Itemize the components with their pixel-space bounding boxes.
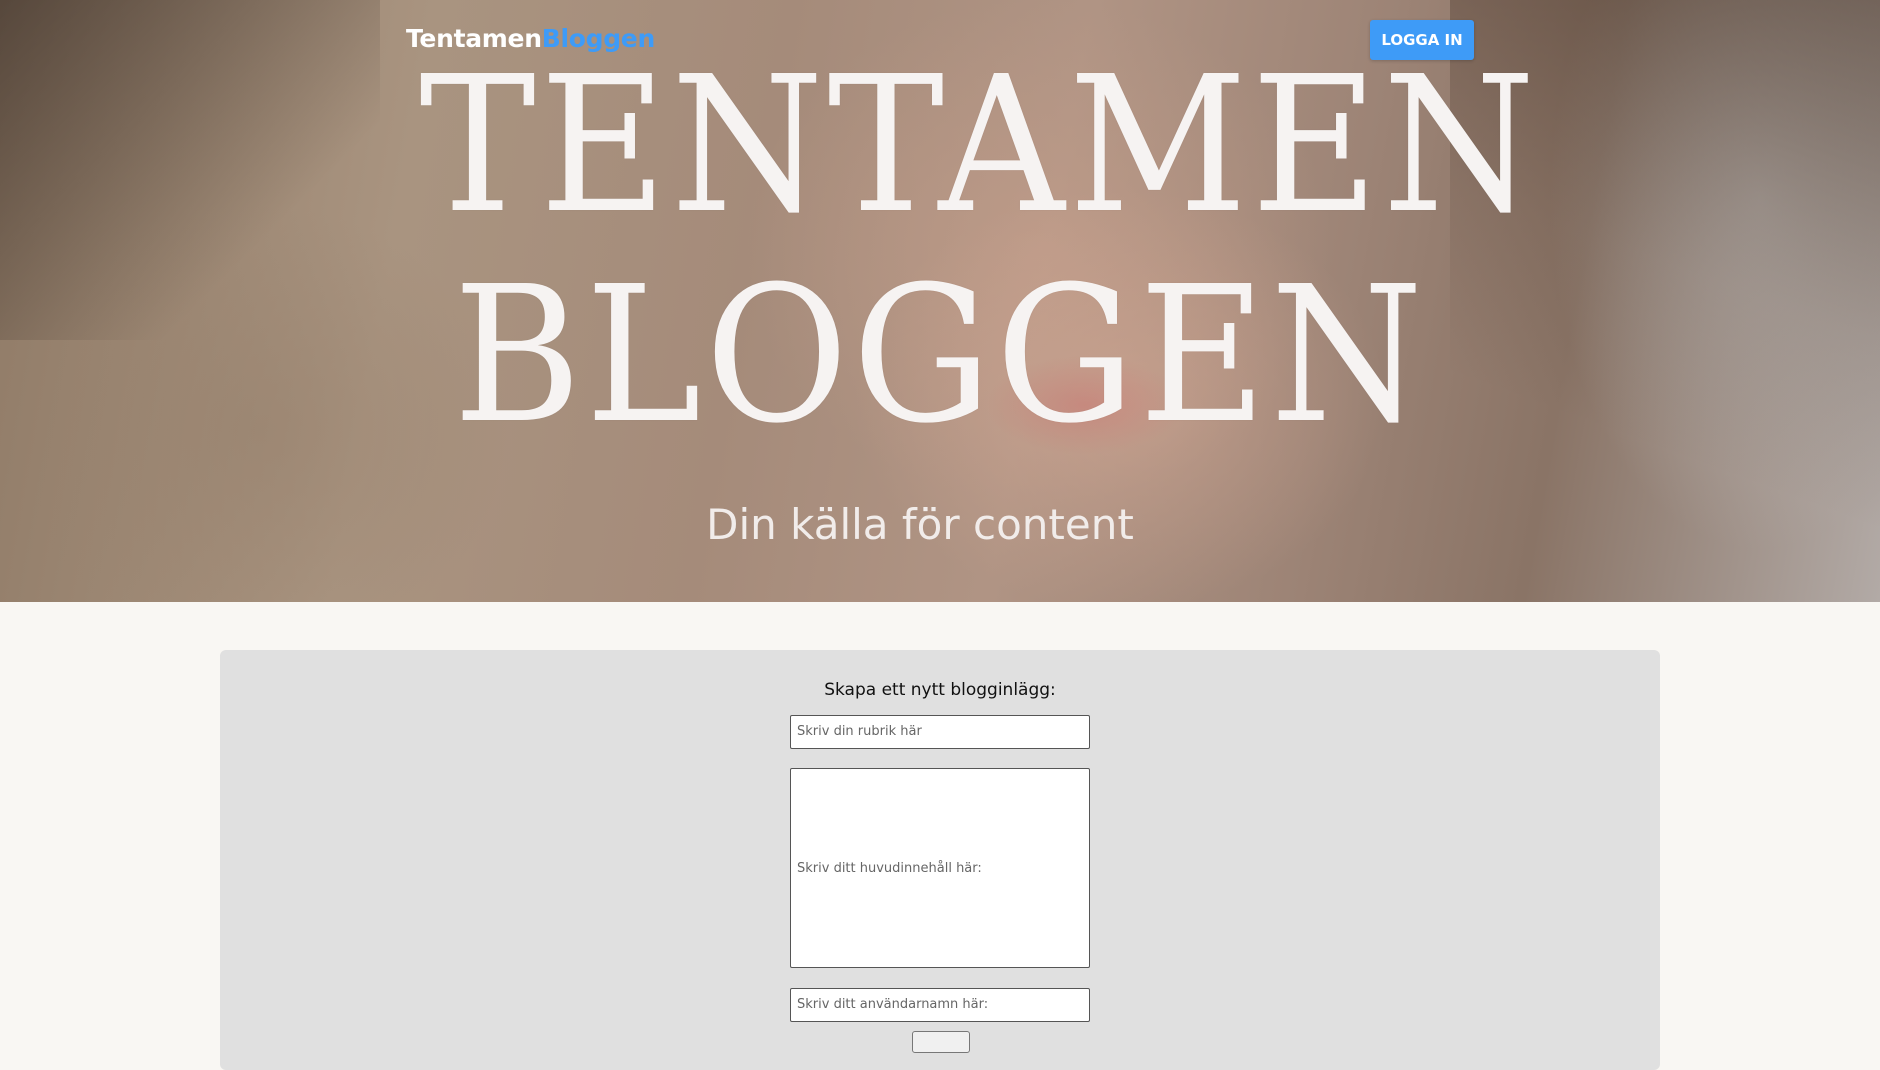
- new-post-form: Skapa ett nytt blogginlägg: Skriv din ru…: [220, 650, 1660, 1070]
- title-input[interactable]: Skriv din rubrik här: [790, 715, 1090, 749]
- hero-title-line1: TENTAMEN: [419, 36, 1540, 255]
- hero-banner: TentamenBloggen LOGGA IN TENTAMEN BLOGGE…: [0, 0, 1880, 602]
- content-textarea[interactable]: Skriv ditt huvudinnehåll här:: [790, 768, 1090, 968]
- username-input-placeholder: Skriv ditt användarnamn här:: [797, 997, 989, 1012]
- content-textarea-placeholder: Skriv ditt huvudinnehåll här:: [797, 860, 982, 876]
- title-input-placeholder: Skriv din rubrik här: [797, 724, 922, 739]
- form-heading: Skapa ett nytt blogginlägg:: [824, 680, 1056, 700]
- submit-button[interactable]: [912, 1031, 970, 1053]
- hero-tagline: Din källa för content: [706, 500, 1134, 549]
- username-input[interactable]: Skriv ditt användarnamn här:: [790, 988, 1090, 1022]
- hero-image-shade: [0, 0, 380, 340]
- hero-title-line2: BLOGGEN: [453, 246, 1427, 465]
